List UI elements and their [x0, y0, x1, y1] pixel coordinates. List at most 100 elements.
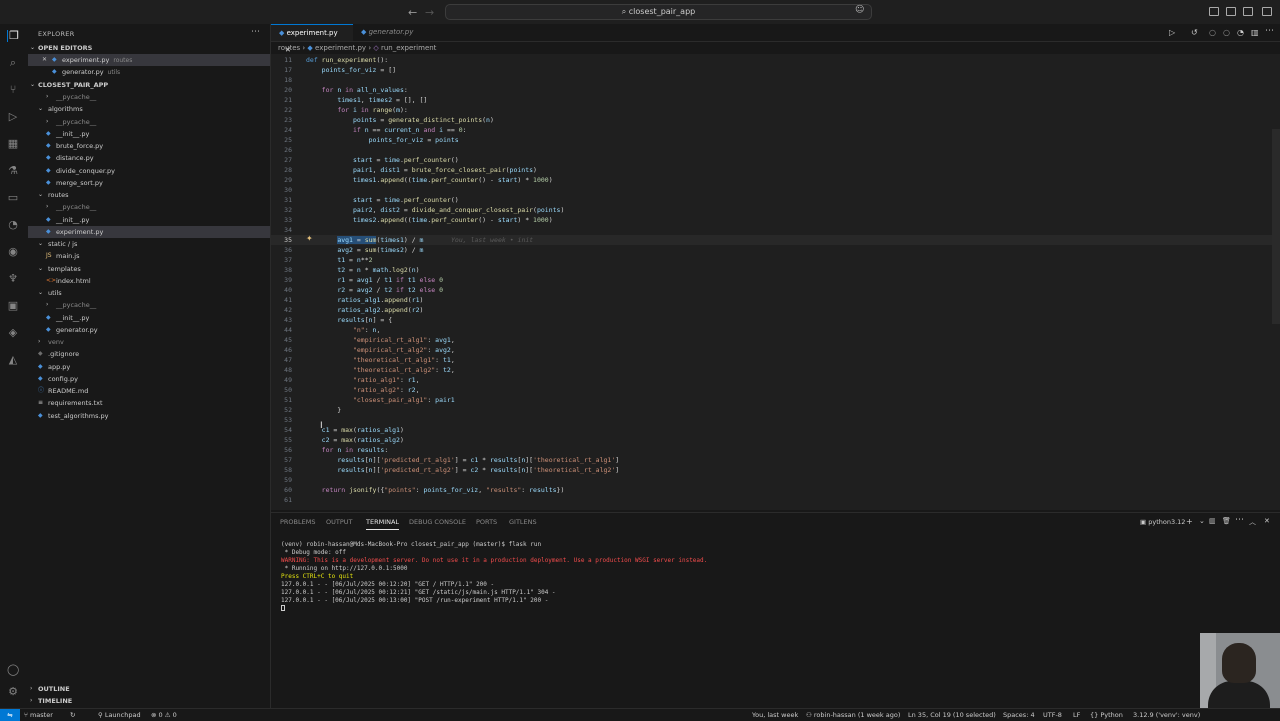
- tree-file[interactable]: ◆ __init__.py: [28, 128, 270, 140]
- code-line[interactable]: 23 points = generate_distinct_points(n): [271, 115, 1280, 125]
- code-line[interactable]: 60 return jsonify({"points": points_for_…: [271, 485, 1280, 495]
- arrow-left-icon[interactable]: ←: [408, 6, 417, 19]
- code-line[interactable]: 49 "ratio_alg1": r1,: [271, 375, 1280, 385]
- open-editors-section[interactable]: ⌄ OPEN EDITORS: [28, 42, 270, 54]
- code-line[interactable]: 26: [271, 145, 1280, 155]
- code-line[interactable]: 45 "empirical_rt_alg1": avg1,: [271, 335, 1280, 345]
- code-line[interactable]: 28 pair1, dist1 = brute_force_closest_pa…: [271, 165, 1280, 175]
- code-line[interactable]: 37 t1 = n**2: [271, 255, 1280, 265]
- open-editor-item[interactable]: ◆ generator.py utils: [28, 66, 270, 78]
- cursor-position[interactable]: Ln 35, Col 19 (10 selected): [908, 709, 996, 721]
- kill-terminal-icon[interactable]: 🗑: [1222, 517, 1231, 525]
- code-line[interactable]: 50 "ratio_alg2": r2,: [271, 385, 1280, 395]
- run-python-icon[interactable]: ▷: [1169, 28, 1175, 37]
- tree-file[interactable]: <> index.html: [28, 275, 270, 287]
- close-icon[interactable]: ✕: [42, 54, 47, 66]
- customize-layout-icon[interactable]: [1262, 7, 1272, 16]
- code-line[interactable]: 20 for n in all_n_values:: [271, 85, 1280, 95]
- encoding-status[interactable]: UTF-8: [1043, 709, 1062, 721]
- code-line[interactable]: 30: [271, 185, 1280, 195]
- code-line[interactable]: 33 times2.append((time.perf_counter() - …: [271, 215, 1280, 225]
- code-line[interactable]: 46 "empirical_rt_alg2": avg2,: [271, 345, 1280, 355]
- tree-file[interactable]: ◆ __init__.py: [28, 214, 270, 226]
- more-actions-icon[interactable]: ⋯: [1235, 515, 1244, 525]
- tab-experiment-py[interactable]: ◆ experiment.py ✕: [271, 24, 353, 54]
- breadcrumb-symbol[interactable]: run_experiment: [381, 44, 436, 52]
- code-line[interactable]: 57 results[n]['predicted_rt_alg1'] = c1 …: [271, 455, 1280, 465]
- tree-folder[interactable]: ⌄ routes: [28, 189, 270, 201]
- code-line[interactable]: 54 c1 = max(ratios_alg1): [271, 425, 1280, 435]
- copilot-icon[interactable]: ☺: [855, 5, 864, 15]
- gitlens-inspect-icon[interactable]: ◔: [1237, 28, 1244, 37]
- open-editor-item[interactable]: ✕ ◆ experiment.py routes: [28, 54, 270, 66]
- tree-folder[interactable]: ⌄ static / js: [28, 238, 270, 250]
- eol-status[interactable]: LF: [1073, 709, 1080, 721]
- interpreter-status[interactable]: 3.12.9 ('venv': venv): [1133, 709, 1200, 721]
- code-line[interactable]: 29 times1.append((time.perf_counter() - …: [271, 175, 1280, 185]
- code-line[interactable]: 11 def run_experiment():: [271, 55, 1280, 65]
- account-icon[interactable]: ◯: [7, 664, 19, 676]
- code-line[interactable]: 22 for i in range(m):: [271, 105, 1280, 115]
- tab-problems[interactable]: PROBLEMS: [280, 518, 315, 526]
- tree-file[interactable]: ◆ experiment.py: [28, 225, 270, 238]
- code-line[interactable]: 38 t2 = n * math.log2(n): [271, 265, 1280, 275]
- tree-file[interactable]: ◆ test_algorithms.py: [28, 410, 270, 422]
- code-line[interactable]: 18: [271, 75, 1280, 85]
- code-line[interactable]: 40 r2 = avg2 / t2 if t2 else 0: [271, 285, 1280, 295]
- extensions-icon[interactable]: ▦: [7, 138, 19, 150]
- split-editor-icon[interactable]: ▥: [1251, 28, 1259, 37]
- tab-debug-console[interactable]: DEBUG CONSOLE: [409, 518, 466, 526]
- tab-gitlens[interactable]: GITLENS: [509, 518, 537, 526]
- code-line[interactable]: 32 pair2, dist2 = divide_and_conquer_clo…: [271, 205, 1280, 215]
- code-line[interactable]: 53: [271, 415, 1280, 425]
- arrow-right-icon[interactable]: →: [425, 6, 434, 19]
- code-line[interactable]: 31 start = time.perf_counter(): [271, 195, 1280, 205]
- sync-icon[interactable]: ↻: [70, 709, 75, 721]
- code-line[interactable]: 25 points_for_viz = points: [271, 135, 1280, 145]
- code-line[interactable]: 39 r1 = avg1 / t1 if t1 else 0: [271, 275, 1280, 285]
- code-line[interactable]: 21 times1, times2 = [], []: [271, 95, 1280, 105]
- split-terminal-icon[interactable]: ▥: [1209, 517, 1216, 525]
- tree-file[interactable]: ◆ divide_conquer.py: [28, 165, 270, 177]
- tree-folder[interactable]: ⌄ utils: [28, 287, 270, 299]
- tree-file[interactable]: ◆ config.py: [28, 373, 270, 385]
- timeline-section[interactable]: › TIMELINE: [28, 695, 270, 707]
- tree-file[interactable]: ◆ distance.py: [28, 152, 270, 164]
- tree-folder[interactable]: ⌄ algorithms: [28, 103, 270, 115]
- code-line[interactable]: 59: [271, 475, 1280, 485]
- open-changes-icon[interactable]: ↺: [1191, 28, 1198, 37]
- close-panel-icon[interactable]: ✕: [1264, 517, 1270, 525]
- maximize-panel-icon[interactable]: ︿: [1249, 517, 1256, 527]
- code-line[interactable]: 27 start = time.perf_counter(): [271, 155, 1280, 165]
- code-line[interactable]: 36 avg2 = sum(times2) / m: [271, 245, 1280, 255]
- toggle-primary-sidebar-icon[interactable]: [1209, 7, 1219, 16]
- code-line[interactable]: 58 results[n]['predicted_rt_alg2'] = c2 …: [271, 465, 1280, 475]
- launchpad-status[interactable]: ⚲ Launchpad: [98, 709, 141, 721]
- code-line[interactable]: 42 ratios_alg2.append(r2): [271, 305, 1280, 315]
- tree-folder[interactable]: › __pycache__: [28, 91, 270, 103]
- tab-ports[interactable]: PORTS: [476, 518, 497, 526]
- code-line[interactable]: 17 points_for_viz = []: [271, 65, 1280, 75]
- tree-folder[interactable]: › __pycache__: [28, 116, 270, 128]
- tree-file[interactable]: ◆ generator.py: [28, 324, 270, 336]
- code-line[interactable]: 34: [271, 225, 1280, 235]
- source-control-icon[interactable]: ⑂: [7, 84, 19, 96]
- language-status[interactable]: {} Python: [1090, 709, 1123, 721]
- blame-status[interactable]: You, last week: [752, 709, 798, 721]
- manage-gear-icon[interactable]: ⚙: [7, 686, 19, 698]
- navigate-back-icon[interactable]: ○: [1209, 28, 1216, 37]
- navigate-forward-icon[interactable]: ○: [1223, 28, 1230, 37]
- toggle-secondary-sidebar-icon[interactable]: [1243, 7, 1253, 16]
- copilot-chat-icon[interactable]: ◈: [7, 327, 19, 339]
- remote-indicator-icon[interactable]: ⇋: [0, 709, 20, 721]
- tree-file[interactable]: ◆ __init__.py: [28, 312, 270, 324]
- tree-file[interactable]: ◆ .gitignore: [28, 348, 270, 360]
- remote-explorer-icon[interactable]: ▭: [7, 192, 19, 204]
- terminal-shell-selector[interactable]: ▣ python3.12: [1140, 518, 1185, 526]
- tree-file[interactable]: ≡ requirements.txt: [28, 397, 270, 409]
- indentation-status[interactable]: Spaces: 4: [1003, 709, 1035, 721]
- tab-generator-py[interactable]: ◆ generator.py: [353, 24, 433, 41]
- python-icon[interactable]: ♆: [7, 273, 19, 285]
- gitlens-icon[interactable]: ◔: [7, 219, 19, 231]
- tree-folder[interactable]: › __pycache__: [28, 299, 270, 311]
